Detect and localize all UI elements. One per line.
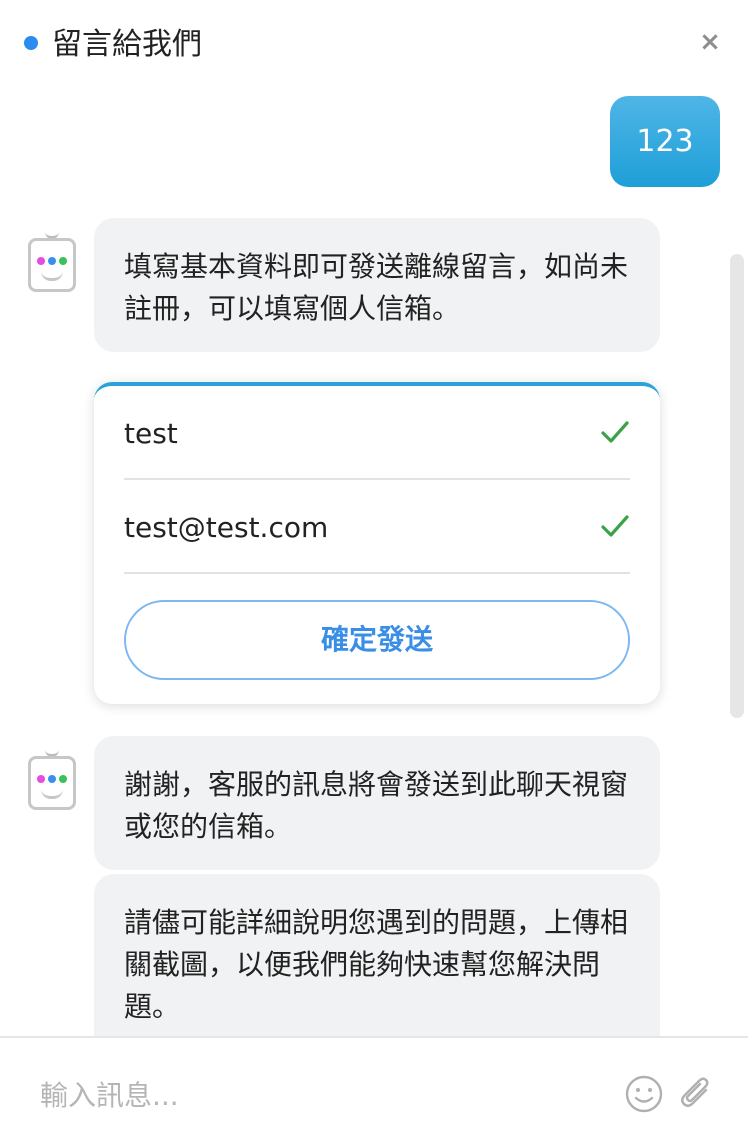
scrollbar[interactable] bbox=[730, 254, 744, 718]
close-icon[interactable]: × bbox=[698, 29, 722, 55]
bot-instructions-bubble: 請儘可能詳細說明您遇到的問題，上傳相關截圖，以便我們能夠快速幫您解決問題。 bbox=[94, 874, 660, 1054]
check-icon bbox=[601, 515, 629, 537]
bot-intro-bubble: 填寫基本資料即可發送離線留言，如尚未註冊，可以填寫個人信箱。 bbox=[94, 218, 660, 352]
offline-message-form: test test@test.com 確定發送 bbox=[94, 382, 660, 704]
email-field[interactable]: test@test.com bbox=[124, 480, 630, 574]
name-field-value[interactable]: test bbox=[124, 416, 178, 452]
message-composer bbox=[0, 1036, 748, 1140]
name-field[interactable]: test bbox=[124, 386, 630, 480]
message-input[interactable] bbox=[38, 1074, 602, 1116]
check-icon bbox=[601, 421, 629, 443]
online-status-dot bbox=[24, 36, 38, 50]
chat-header: 留言給我們 × bbox=[0, 0, 748, 90]
email-field-value[interactable]: test@test.com bbox=[124, 510, 328, 546]
smiley-icon[interactable] bbox=[624, 1074, 664, 1114]
paperclip-icon[interactable] bbox=[676, 1074, 716, 1114]
chat-title: 留言給我們 bbox=[52, 27, 202, 62]
send-button[interactable]: 確定發送 bbox=[124, 600, 630, 680]
bot-thanks-bubble: 謝謝，客服的訊息將會發送到此聊天視窗或您的信箱。 bbox=[94, 736, 660, 870]
user-message-bubble: 123 bbox=[610, 96, 720, 187]
bot-avatar-icon bbox=[28, 232, 76, 292]
bot-avatar-icon bbox=[28, 750, 76, 810]
